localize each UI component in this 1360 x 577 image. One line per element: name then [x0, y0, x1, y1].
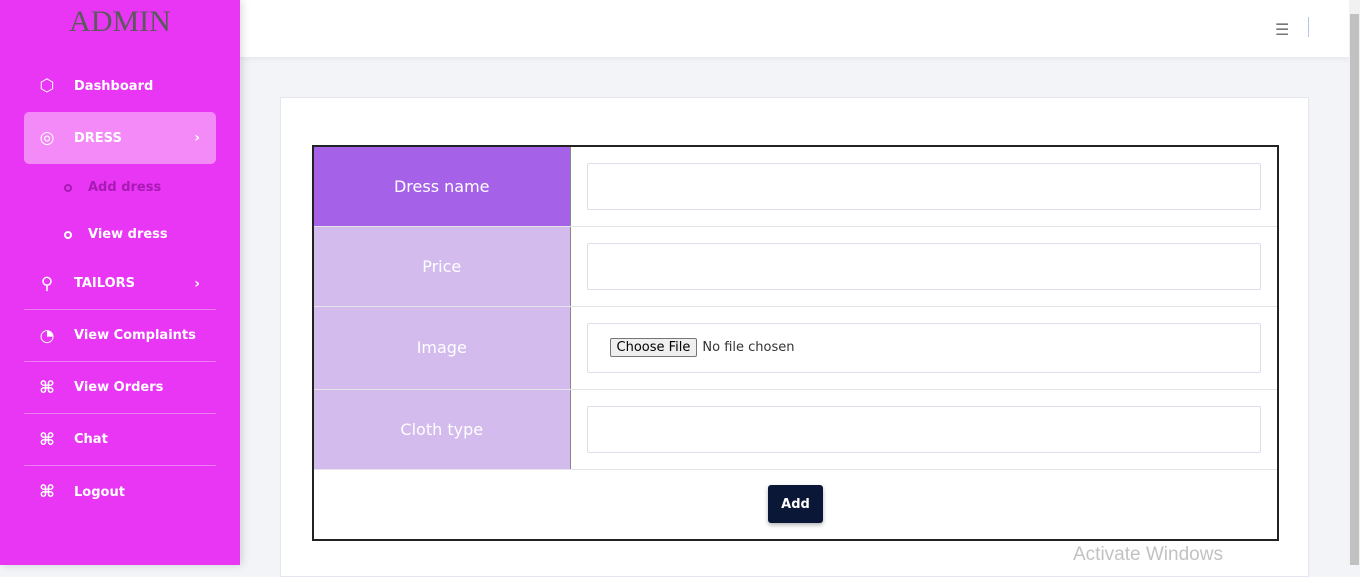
sidebar-subitem-add-dress[interactable]: Add dress: [24, 164, 216, 211]
sidebar-item-label: View dress: [88, 227, 168, 242]
sidebar-item-view-orders[interactable]: ⌘ View Orders: [24, 362, 216, 414]
sidebar-item-label: View Orders: [74, 380, 164, 395]
sidebar-item-label: Dashboard: [74, 78, 154, 94]
sidebar: ADMIN ⬡ Dashboard ◎ DRESS › Add dress View …: [0, 0, 240, 565]
cloth-type-input[interactable]: [586, 405, 1261, 453]
dress-name-label: Dress name: [313, 146, 571, 227]
scrollbar-thumb[interactable]: [1350, 14, 1359, 565]
sidebar-item-label: View Complaints: [74, 328, 196, 343]
nav-menu: ⬡ Dashboard ◎ DRESS › Add dress View dress …: [24, 60, 216, 518]
sidebar-item-label: Logout: [74, 484, 125, 500]
user-icon: ⚲: [40, 273, 54, 294]
target-icon: ◎: [39, 128, 55, 148]
command-icon: ⌘: [39, 482, 55, 502]
divider: [1308, 17, 1309, 37]
command-icon: ⌘: [39, 377, 55, 398]
sidebar-item-tailors[interactable]: ⚲ TAILORS ›: [24, 258, 216, 310]
add-dress-card: Dress name Price Image Choose File No file…: [280, 97, 1309, 577]
circle-icon: [64, 183, 72, 192]
sidebar-subitem-view-dress[interactable]: View dress: [24, 211, 216, 258]
price-input[interactable]: [586, 242, 1261, 290]
scrollbar[interactable]: [1349, 0, 1360, 565]
sidebar-item-chat[interactable]: ⌘ Chat: [24, 414, 216, 466]
image-file-input: Choose File No file chosen: [586, 322, 1261, 373]
hamburger-menu-icon[interactable]: ☰: [1275, 20, 1289, 39]
file-status: No file chosen: [702, 340, 795, 355]
sidebar-item-label: Add dress: [88, 180, 162, 195]
top-header: ☰: [240, 0, 1349, 57]
chevron-right-icon: ›: [194, 130, 200, 146]
choose-file-button[interactable]: Choose File: [609, 338, 698, 357]
image-label: Image: [313, 306, 571, 390]
sidebar-item-dashboard[interactable]: ⬡ Dashboard: [24, 60, 216, 112]
add-dress-form: Dress name Price Image Choose File No file…: [312, 145, 1279, 541]
sidebar-item-logout[interactable]: ⌘ Logout: [24, 466, 216, 518]
sidebar-item-label: DRESS: [74, 130, 122, 146]
sidebar-item-view-complaints[interactable]: ◔ View Complaints: [24, 310, 216, 362]
logo: ADMIN: [69, 5, 171, 38]
sidebar-item-label: TAILORS: [74, 276, 136, 291]
sidebar-item-dress[interactable]: ◎ DRESS ›: [24, 112, 216, 164]
pie-chart-icon: ◔: [39, 325, 55, 346]
command-icon: ⌘: [39, 429, 55, 450]
sidebar-item-label: Chat: [74, 432, 108, 447]
chevron-right-icon: ›: [194, 275, 200, 292]
cube-icon: ⬡: [39, 76, 55, 96]
circle-icon: [64, 230, 72, 239]
activate-windows-watermark: Activate Windows: [1073, 544, 1223, 565]
add-button[interactable]: Add: [768, 485, 823, 524]
cloth-type-label: Cloth type: [313, 389, 571, 470]
price-label: Price: [313, 226, 571, 307]
dress-name-input[interactable]: [586, 162, 1261, 210]
